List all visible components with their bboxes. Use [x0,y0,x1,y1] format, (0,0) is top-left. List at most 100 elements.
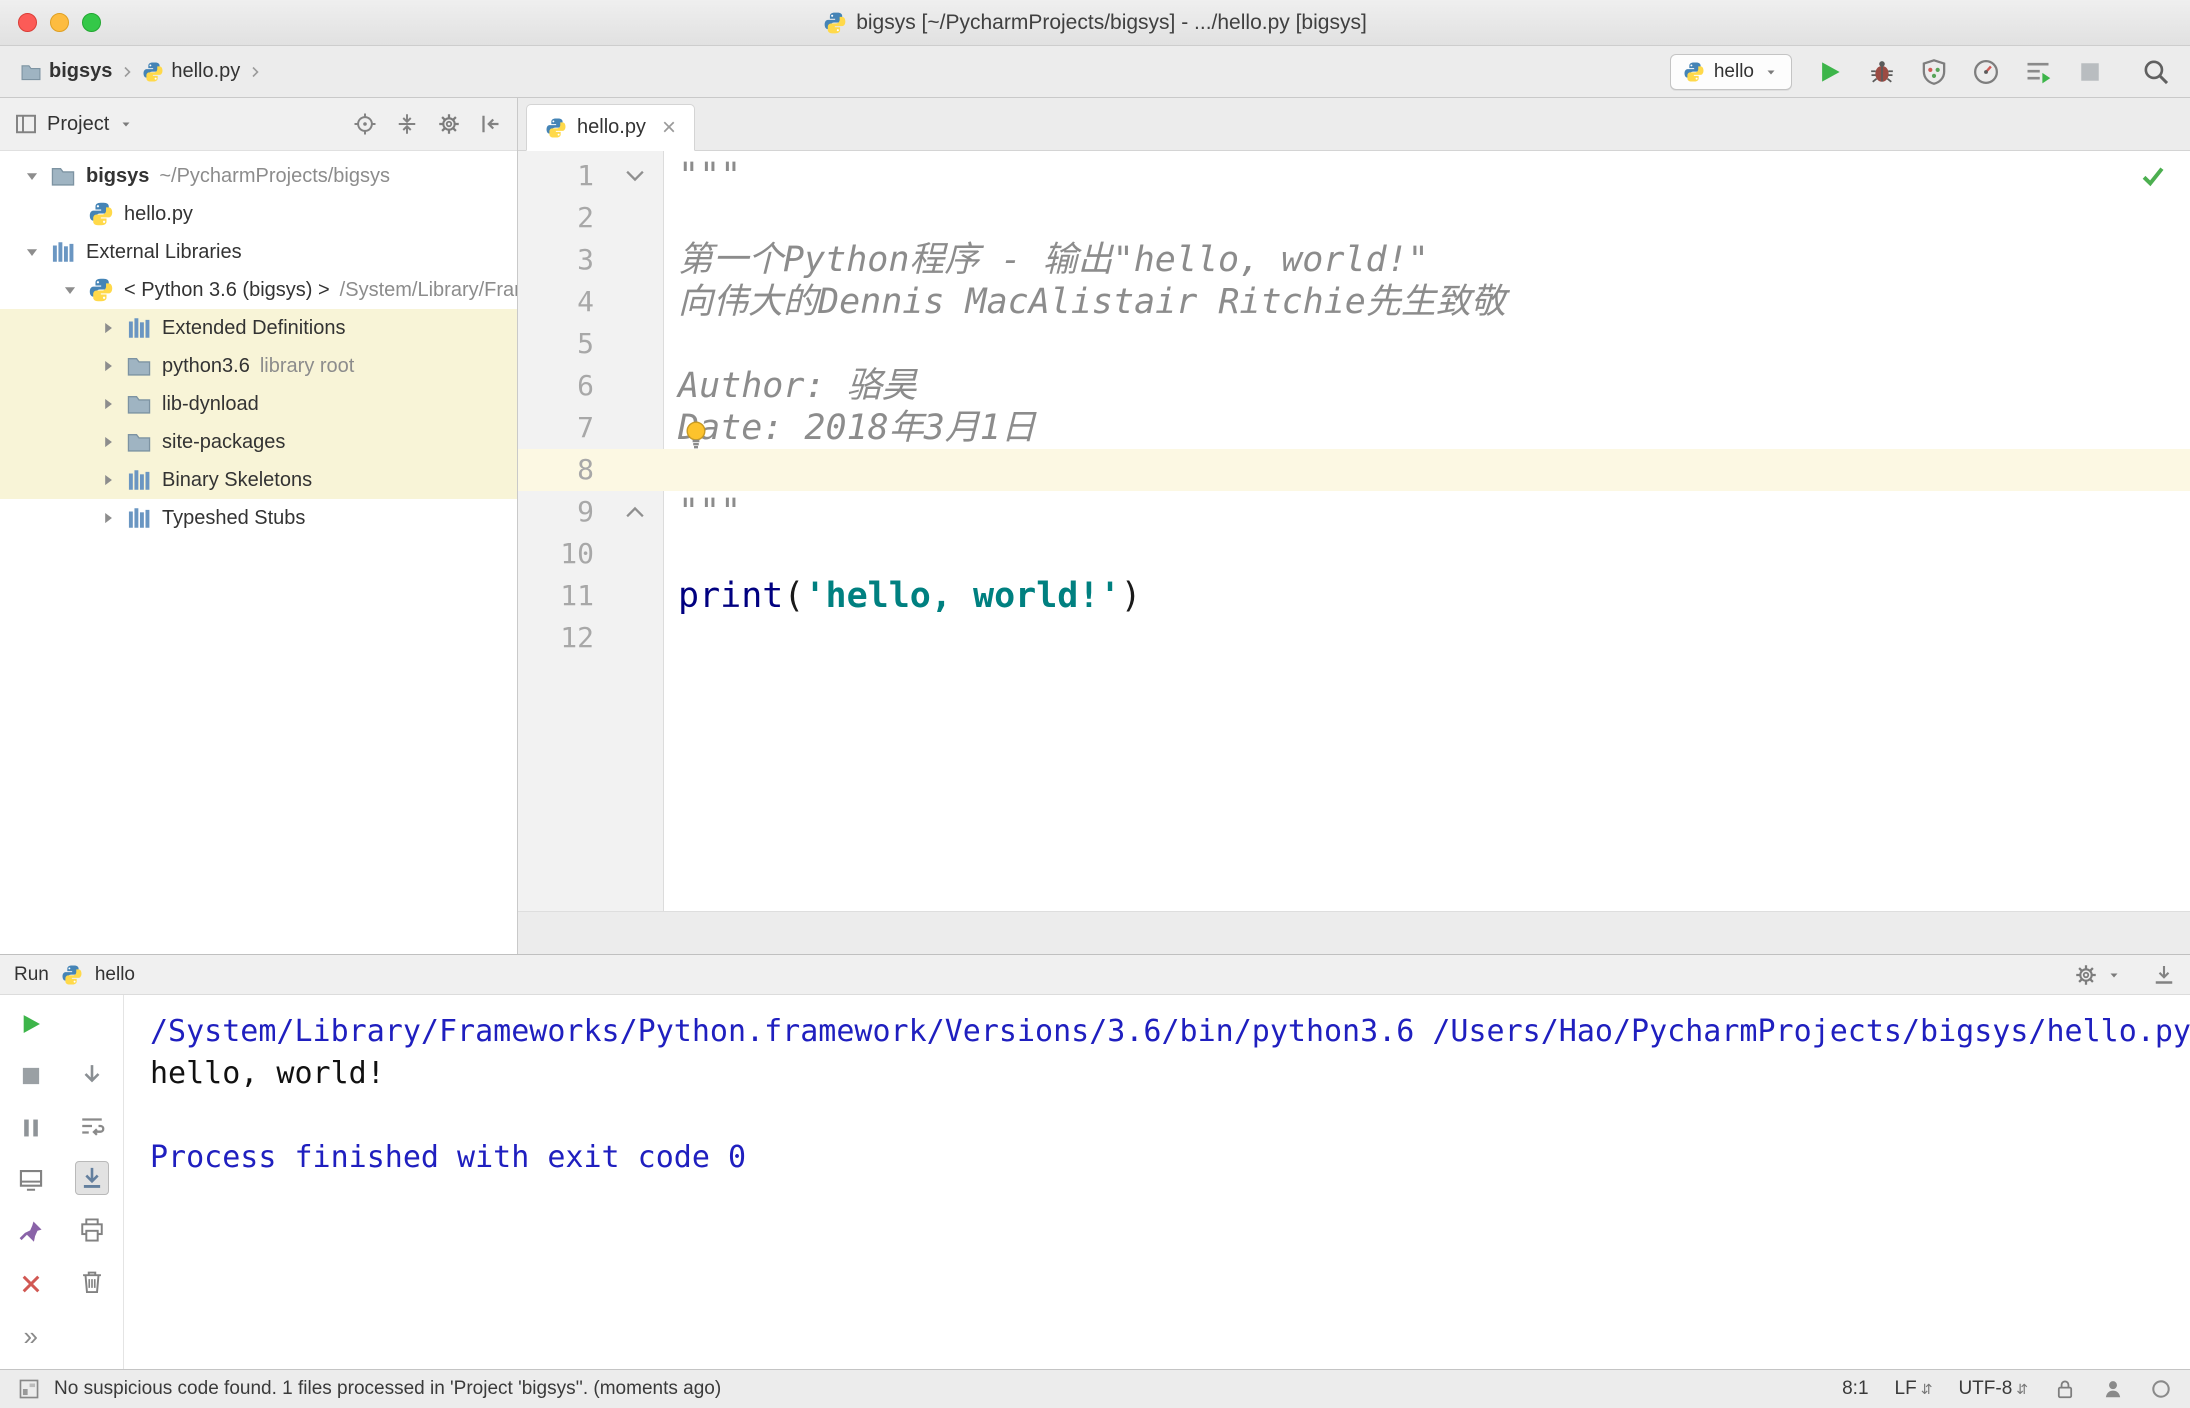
run-button[interactable] [1816,58,1844,86]
tree-item-hello-py[interactable]: hello.py [0,195,517,233]
chevron-expanded-icon[interactable] [14,243,50,261]
search-everywhere-button[interactable] [2142,58,2170,86]
close-tab-button[interactable]: × [662,115,676,140]
code-text: 第一个Python程序 - 输出"hello, world!" [664,239,1429,281]
run-tab-label[interactable]: hello [95,964,135,986]
settings-gear-icon[interactable] [437,112,461,136]
chevron-collapsed-icon[interactable] [90,395,126,413]
scroll-to-end-button[interactable] [75,1161,110,1195]
folder-icon [126,353,152,379]
line-number[interactable]: 11 [518,575,606,617]
chevron-collapsed-icon[interactable] [90,471,126,489]
close-window-button[interactable] [18,13,37,32]
code-line-9[interactable]: 9 """ [518,491,2190,533]
tree-item-typeshed-stubs[interactable]: Typeshed Stubs [0,499,517,537]
line-number[interactable]: 7 [518,407,606,449]
library-icon [126,315,152,341]
code-line-1[interactable]: 1 """ [518,155,2190,197]
chevron-collapsed-icon[interactable] [90,433,126,451]
clear-console-button[interactable] [75,1265,109,1299]
running-processes-button[interactable] [2024,58,2052,86]
soft-wrap-button[interactable] [75,1109,109,1143]
console-settings-icon[interactable] [2074,963,2098,987]
tree-item-bigsys[interactable]: bigsys ~/PycharmProjects/bigsys [0,157,517,195]
code-line-5[interactable]: 5 [518,323,2190,365]
event-log-icon[interactable] [2150,1378,2172,1400]
more-actions-button[interactable]: » [14,1319,48,1353]
breadcrumb-file[interactable]: hello.py [171,60,240,83]
status-message[interactable]: No suspicious code found. 1 files proces… [54,1378,721,1400]
tree-item-binary-skeletons[interactable]: Binary Skeletons [0,461,517,499]
chevron-expanded-icon[interactable] [14,167,50,185]
code-line-12[interactable]: 12 [518,617,2190,659]
line-number[interactable]: 3 [518,239,606,281]
tree-item-python3-6[interactable]: python3.6 library root [0,347,517,385]
tree-item-site-packages[interactable]: site-packages [0,423,517,461]
breadcrumb-project[interactable]: bigsys [49,60,112,83]
line-number[interactable]: 4 [518,281,606,323]
hide-panel-icon[interactable] [479,112,503,136]
chevron-collapsed-icon[interactable] [90,357,126,375]
code-line-7[interactable]: 7 Date: 2018年3月1日 [518,407,2190,449]
code-line-4[interactable]: 4 向伟大的Dennis MacAlistair Ritchie先生致敬 [518,281,2190,323]
line-number[interactable]: 10 [518,533,606,575]
code-line-10[interactable]: 10 [518,533,2190,575]
console-output[interactable]: /System/Library/Frameworks/Python.framew… [124,995,2190,1369]
inspection-status-icon[interactable] [2140,163,2166,189]
tab-hello-py[interactable]: hello.py × [526,104,695,151]
line-number[interactable]: 5 [518,323,606,365]
minimize-window-button[interactable] [50,13,69,32]
line-number[interactable]: 6 [518,365,606,407]
rerun-button[interactable] [14,1007,48,1041]
window-controls [18,0,101,45]
line-number[interactable]: 2 [518,197,606,239]
profiler-button[interactable] [1972,58,2000,86]
tree-item-external-libraries[interactable]: External Libraries [0,233,517,271]
restore-layout-button[interactable] [14,1163,48,1197]
code-line-2[interactable]: 2 [518,197,2190,239]
code-line-11[interactable]: 11 print('hello, world!') [518,575,2190,617]
line-separator-widget[interactable]: LF ⇵ [1895,1378,1933,1400]
line-number[interactable]: 9 [518,491,606,533]
encoding-widget[interactable]: UTF-8 ⇵ [1958,1378,2028,1400]
window-title: bigsys [~/PycharmProjects/bigsys] - .../… [856,10,1367,34]
encoding-value: UTF-8 [1958,1378,2013,1399]
code-line-8[interactable]: 8 [518,449,2190,491]
fullscreen-window-button[interactable] [82,13,101,32]
debug-button[interactable] [1868,58,1896,86]
pin-tab-button[interactable] [14,1215,48,1249]
hide-tool-window-icon[interactable] [2152,963,2176,987]
fold-end-icon[interactable] [606,491,664,533]
caret-position-widget[interactable]: 8:1 [1842,1378,1868,1400]
chevron-expanded-icon[interactable] [52,281,88,299]
run-configuration-select[interactable]: hello [1669,53,1792,90]
tree-item-python-3-6-bigsys[interactable]: < Python 3.6 (bigsys) > /System/Library/F… [0,271,517,309]
collapse-all-icon[interactable] [395,112,419,136]
code-line-6[interactable]: 6 Author: 骆昊 [518,365,2190,407]
tree-item-extended-definitions[interactable]: Extended Definitions [0,309,517,347]
run-with-coverage-button[interactable] [1920,58,1948,86]
line-number[interactable]: 1 [518,155,606,197]
line-number[interactable]: 12 [518,617,606,659]
line-number[interactable]: 8 [518,449,606,491]
readonly-lock-icon[interactable] [2054,1378,2076,1400]
editor-area: hello.py × 1 """ 2 3 第一个Python程序 - 输出"hello,… [518,98,2190,954]
intention-bulb-icon[interactable] [680,419,712,451]
close-console-button[interactable] [14,1267,48,1301]
chevron-collapsed-icon[interactable] [90,319,126,337]
fold-start-icon[interactable] [606,155,664,197]
tree-item-lib-dynload[interactable]: lib-dynload [0,385,517,423]
inspections-hector-icon[interactable] [2102,1378,2124,1400]
stop-process-button [14,1059,48,1093]
pause-output-button[interactable] [14,1111,48,1145]
scroll-from-source-icon[interactable] [353,112,377,136]
project-panel-title[interactable]: Project [47,113,109,136]
down-stack-trace-button[interactable] [75,1057,109,1091]
chevron-down-icon[interactable] [118,116,134,132]
print-console-button[interactable] [75,1213,109,1247]
code-editor[interactable]: 1 """ 2 3 第一个Python程序 - 输出"hello, world!" 4 向伟… [518,151,2190,911]
chevron-collapsed-icon[interactable] [90,509,126,527]
python-icon [61,964,83,986]
code-line-3[interactable]: 3 第一个Python程序 - 输出"hello, world!" [518,239,2190,281]
toolwindow-switcher-icon[interactable] [18,1378,40,1400]
